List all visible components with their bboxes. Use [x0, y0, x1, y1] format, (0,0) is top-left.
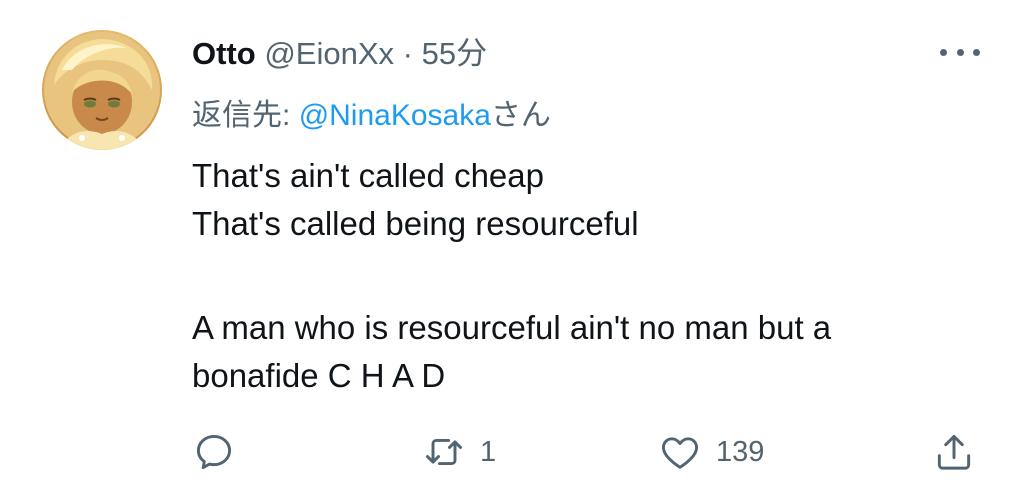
tweet-line: That's ain't called cheap: [192, 157, 544, 194]
avatar[interactable]: [42, 30, 162, 150]
retweet-count: 1: [480, 435, 497, 468]
tweet-line: A man who is resourceful ain't no man bu…: [192, 309, 832, 346]
more-dot: [956, 48, 964, 56]
author-name[interactable]: Otto: [192, 36, 256, 71]
more-options-icon[interactable]: [940, 40, 980, 64]
avatar-image: [44, 32, 160, 150]
retweet-icon: [426, 438, 462, 466]
like-count: 139: [716, 435, 765, 468]
reply-to-line: 返信先: @NinaKosakaさん: [192, 96, 551, 136]
like-button[interactable]: 139: [658, 428, 764, 476]
heart-icon: [661, 437, 699, 469]
share-icon: [937, 434, 971, 470]
timestamp[interactable]: 55分: [422, 36, 487, 71]
reply-prefix: 返信先:: [192, 99, 291, 132]
tweet-header: Otto @EionXx · 55分: [192, 34, 487, 74]
comment-icon: [196, 434, 232, 470]
tweet[interactable]: Otto @EionXx · 55分 返信先: @NinaKosakaさん Th…: [0, 0, 1024, 485]
reply-suffix: さん: [490, 99, 551, 132]
more-dot: [973, 48, 980, 56]
tweet-text: That's ain't called cheap That's called …: [192, 152, 972, 400]
author-handle[interactable]: @EionXx: [264, 36, 394, 71]
share-button[interactable]: [932, 428, 976, 476]
tweet-line: bonafide C H A D: [192, 357, 446, 394]
separator-dot: ·: [402, 36, 413, 71]
more-dot: [940, 48, 947, 56]
reply-button[interactable]: [192, 428, 236, 476]
reply-mention-link[interactable]: @NinaKosaka: [299, 99, 491, 132]
action-bar: 1 139: [0, 428, 1024, 476]
retweet-button[interactable]: 1: [422, 428, 496, 476]
tweet-line: That's called being resourceful: [192, 205, 639, 242]
